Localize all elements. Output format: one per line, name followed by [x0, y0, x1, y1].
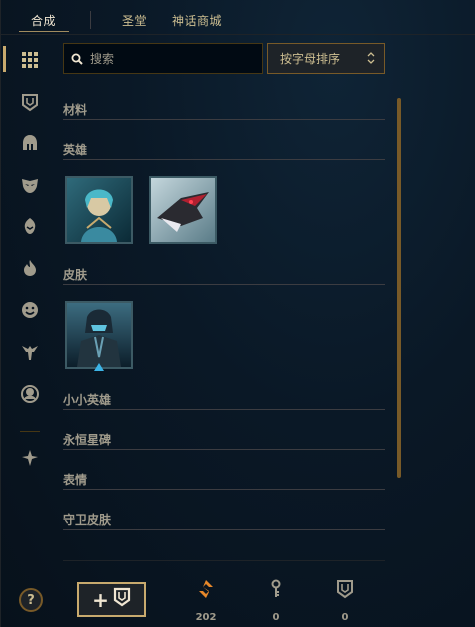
category-sidebar [1, 40, 59, 480]
up-down-chevron-icon [367, 51, 375, 68]
section-rule [63, 409, 385, 410]
search-input[interactable] [90, 51, 250, 66]
top-tabs: 合成 圣堂 神话商城 [1, 0, 475, 36]
champion-portrait-1[interactable] [65, 176, 133, 244]
section-little-legends[interactable]: 小小英雄 [63, 380, 385, 410]
section-title: 表情 [63, 473, 88, 487]
crest-token-value: 0 [341, 612, 349, 623]
tab-divider [90, 11, 91, 29]
section-title: 皮肤 [63, 268, 88, 282]
arrows-down-icon[interactable] [18, 446, 42, 470]
section-rule [63, 119, 385, 120]
emote-face-icon[interactable] [18, 298, 42, 322]
helmet-icon[interactable] [18, 131, 42, 155]
add-crest-button[interactable]: + [77, 582, 146, 617]
section-rule [63, 159, 385, 160]
active-tab-underline [19, 31, 69, 32]
section-rule [63, 449, 385, 450]
key-icon [256, 578, 296, 600]
section-title: 材料 [63, 103, 88, 117]
key-currency: 0 [256, 578, 296, 623]
section-rule [63, 284, 385, 285]
sort-label: 按字母排序 [280, 52, 341, 66]
champion-portrait-2[interactable] [149, 176, 217, 244]
crest-token-currency: 0 [325, 578, 365, 623]
section-rule [63, 489, 385, 490]
section-rule [63, 529, 385, 530]
section-materials[interactable]: 材料 [63, 90, 385, 120]
section-title: 小小英雄 [63, 393, 112, 407]
inventory-list: 材料 英雄 皮肤 小小英雄 永恒星碑 表情 守卫皮肤 [63, 90, 385, 570]
section-title: 守卫皮肤 [63, 513, 112, 527]
sort-dropdown[interactable]: 按字母排序 [267, 43, 385, 74]
section-emotes[interactable]: 表情 [63, 460, 385, 490]
crest-icon [113, 587, 131, 612]
section-champions[interactable]: 英雄 [63, 130, 385, 160]
help-button[interactable]: ? [19, 588, 43, 612]
bottom-divider [63, 560, 385, 561]
skin-portrait-1[interactable] [65, 301, 133, 369]
section-title: 永恒星碑 [63, 433, 112, 447]
key-value: 0 [272, 612, 280, 623]
orange-essence-icon [186, 578, 226, 600]
ward-icon[interactable] [18, 340, 42, 364]
avatar-icon[interactable] [18, 382, 42, 406]
mask-icon[interactable] [18, 173, 42, 197]
tab-sanctum[interactable]: 圣堂 [122, 12, 147, 29]
section-eternals[interactable]: 永恒星碑 [63, 420, 385, 450]
crest-icon[interactable] [18, 90, 42, 114]
section-ward-skins[interactable]: 守卫皮肤 [63, 500, 385, 530]
plus-label: + [92, 587, 109, 612]
champion-head-icon[interactable] [18, 214, 42, 238]
search-icon [64, 53, 90, 65]
section-skins[interactable]: 皮肤 [63, 255, 385, 285]
orange-essence-value: 202 [195, 612, 217, 623]
flame-icon[interactable] [18, 256, 42, 280]
section-title: 英雄 [63, 143, 88, 157]
crafting-panel: 合成 圣堂 神话商城 搜索 按字母排序 材料 英雄 皮肤 小小英雄 永恒星碑 表… [0, 0, 475, 627]
orange-essence-currency: 202 [186, 578, 226, 623]
scrollbar-thumb[interactable] [397, 98, 401, 478]
crest-token-icon [325, 578, 365, 600]
tab-mythic-shop[interactable]: 神话商城 [172, 12, 222, 29]
sidebar-divider [20, 431, 40, 432]
top-divider [1, 34, 475, 35]
rarity-gem-icon [94, 363, 104, 371]
tab-crafting[interactable]: 合成 [31, 12, 56, 29]
active-category-indicator [3, 46, 6, 72]
grid-icon[interactable] [18, 48, 42, 72]
search-box[interactable] [63, 43, 263, 74]
